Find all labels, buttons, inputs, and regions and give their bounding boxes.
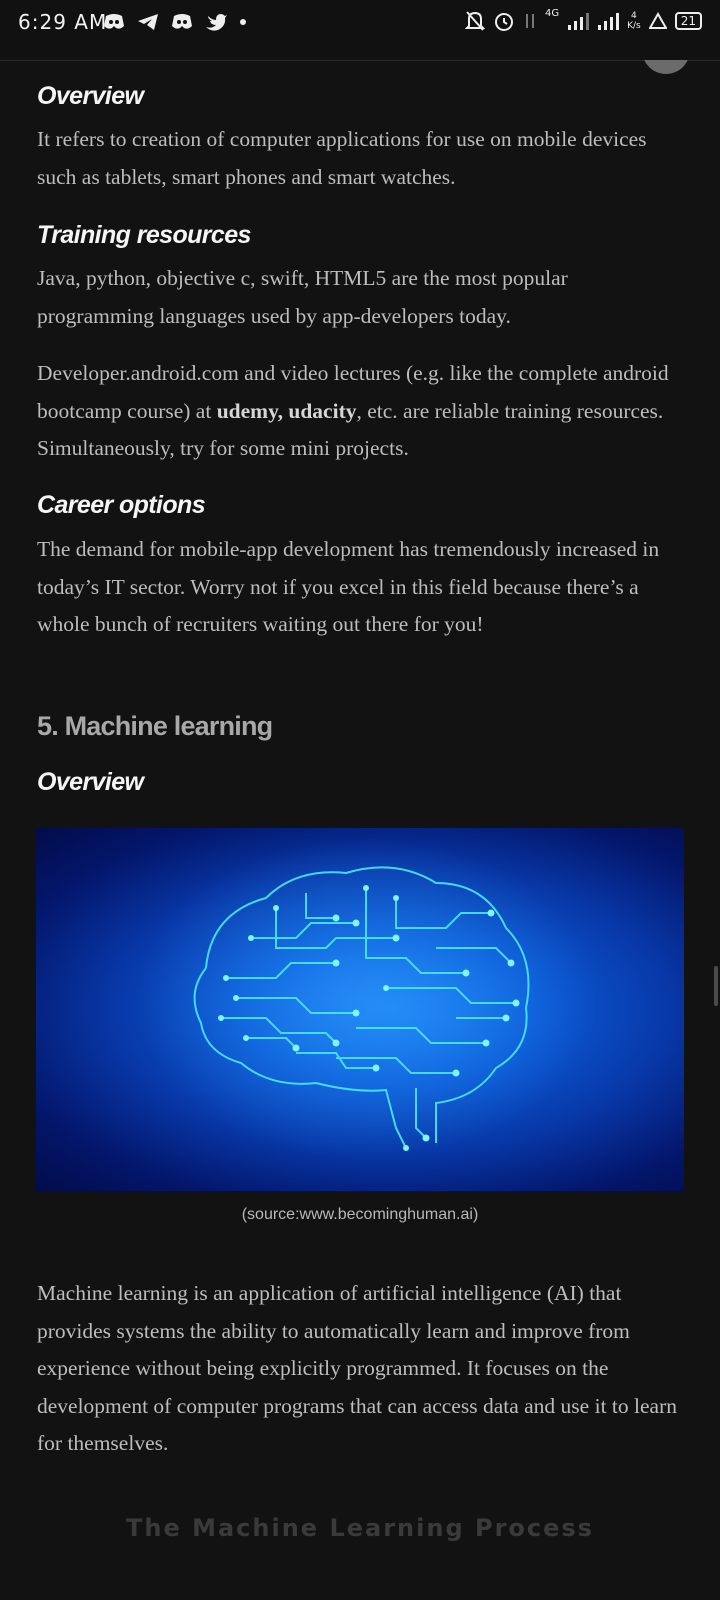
overview-heading: Overview [37,82,144,110]
network-speed-value: 4 [631,11,637,21]
network-speed-unit: K/s [627,21,641,31]
warning-icon [648,12,667,29]
data-arrows-icon [525,14,534,28]
training-paragraph-2: Developer.android.com and video lectures… [37,355,677,468]
signal-icon [568,13,590,30]
alarm-icon [494,13,513,31]
status-time: 6:29 AM [18,10,108,34]
network-type: 4G [544,7,560,19]
circuit-brain-illustration [136,838,596,1158]
notification-icons [102,12,248,32]
training-resources-heading: Training resources [37,221,251,249]
signal-icon [598,13,620,30]
notifications-off-icon [464,11,485,31]
discord-icon [172,14,192,29]
ml-paragraph: Machine learning is an application of ar… [37,1281,677,1455]
overview-paragraph: It refers to creation of computer applic… [37,127,647,189]
section-heading-machine-learning: 5. Machine learning [37,711,273,741]
ml-overview-heading: Overview [37,768,144,796]
telegram-icon [138,14,158,30]
battery-icon: 21 [674,12,702,30]
career-paragraph: The demand for mobile-app development ha… [37,537,660,636]
figure-caption: (source:www.becominghuman.ai) [241,1206,479,1223]
scrollbar-thumb[interactable] [714,966,718,1006]
status-bar: 6:29 AM 4G 4 K/s 21 [0,0,720,61]
discord-icon [104,14,124,29]
article-image[interactable] [36,828,684,1191]
training-text-bold: udemy, udacity [216,398,357,423]
twitter-icon [206,14,227,31]
network-speed: 4 K/s [627,11,641,31]
dot-icon [240,19,246,25]
system-icons: 4G 4 K/s 21 [464,7,702,32]
training-paragraph: Java, python, objective c, swift, HTML5 … [37,266,568,328]
career-options-heading: Career options [37,491,206,519]
next-figure-title: The Machine Learning Process [126,1514,594,1542]
